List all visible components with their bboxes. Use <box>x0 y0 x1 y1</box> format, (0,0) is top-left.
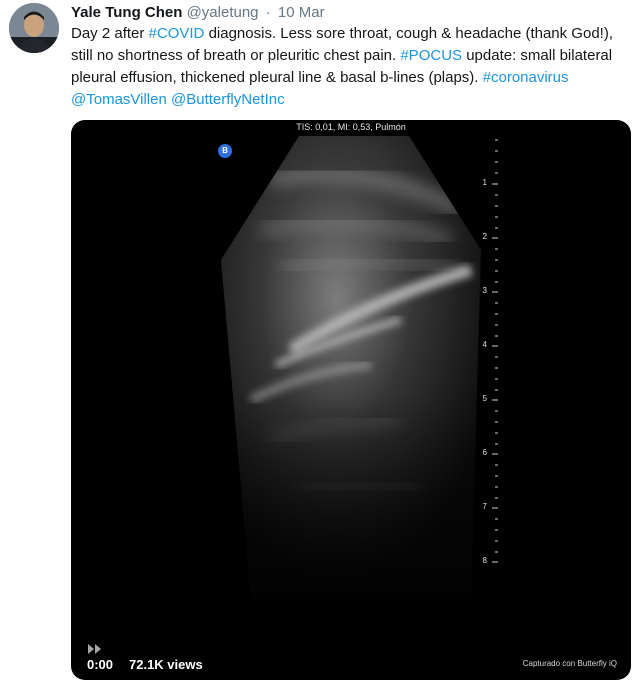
text-segment: Day 2 after <box>71 25 149 42</box>
play-icon[interactable] <box>87 643 103 655</box>
depth-label: 5 <box>482 394 487 403</box>
depth-label: 1 <box>482 178 487 187</box>
depth-label: 8 <box>482 556 487 565</box>
tweet-date[interactable]: 10 Mar <box>278 4 325 21</box>
tweet-header: Yale Tung Chen @yaletung · 10 Mar <box>71 3 325 23</box>
depth-label: 3 <box>482 286 487 295</box>
hashtag-covid[interactable]: #COVID <box>149 25 205 42</box>
depth-label: 6 <box>482 448 487 457</box>
separator: · <box>265 4 271 21</box>
depth-label: 2 <box>482 232 487 241</box>
mode-badge: B <box>218 144 232 158</box>
avatar[interactable] <box>9 3 59 53</box>
depth-label: 7 <box>482 502 487 511</box>
depth-label: 4 <box>482 340 487 349</box>
view-count: 72.1K views <box>129 657 203 672</box>
hashtag-pocus[interactable]: #POCUS <box>400 47 462 64</box>
video-time: 0:00 <box>87 657 114 672</box>
author-handle[interactable]: @yaletung <box>187 4 259 21</box>
author-name[interactable]: Yale Tung Chen <box>71 4 182 21</box>
capture-watermark: Capturado con Butterfly iQ <box>522 659 617 668</box>
mention-tomasvillen[interactable]: @TomasVillen <box>71 91 167 108</box>
ultrasound-image <box>221 136 498 600</box>
video-player[interactable]: TIS: 0,01, MI: 0,53, Pulmón B 1 2 3 4 5 … <box>71 120 631 680</box>
scan-header: TIS: 0,01, MI: 0,53, Pulmón <box>296 122 406 132</box>
tweet-text: Day 2 after #COVID diagnosis. Less sore … <box>71 23 631 111</box>
hashtag-coronavirus[interactable]: #coronavirus <box>483 69 569 86</box>
video-controls: 0:00 72.1K views Capturado con Butterfly… <box>71 634 631 680</box>
mention-butterflynetinc[interactable]: @ButterflyNetInc <box>171 91 285 108</box>
tweet[interactable]: Yale Tung Chen @yaletung · 10 Mar Day 2 … <box>0 0 634 681</box>
